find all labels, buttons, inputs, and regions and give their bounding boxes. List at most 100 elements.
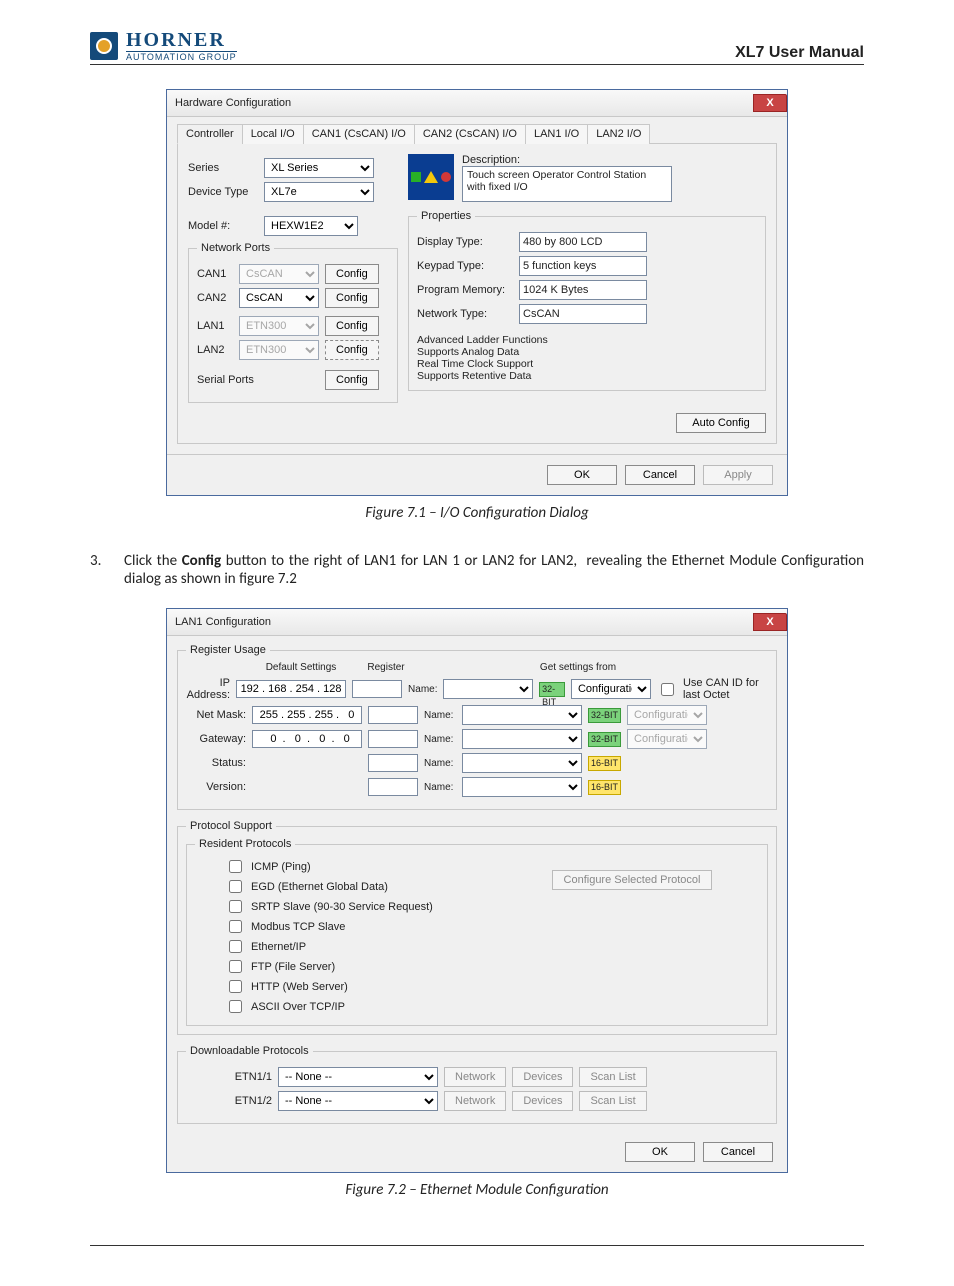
display-type-label: Display Type: bbox=[417, 236, 513, 248]
register-hdr: Register bbox=[356, 662, 416, 673]
protocol-egd[interactable]: EGD (Ethernet Global Data) bbox=[225, 877, 505, 896]
default-settings-hdr: Default Settings bbox=[246, 662, 356, 673]
dialog1-tabs: Controller Local I/O CAN1 (CsCAN) I/O CA… bbox=[167, 117, 787, 143]
protocol-http[interactable]: HTTP (Web Server) bbox=[225, 977, 505, 996]
lan1-config-button[interactable]: Config bbox=[325, 316, 379, 336]
program-memory-value: 1024 K Bytes bbox=[519, 280, 647, 300]
device-type-select[interactable]: XL7e bbox=[264, 182, 374, 202]
can2-label: CAN2 bbox=[197, 292, 233, 304]
features-text: Advanced Ladder Functions Supports Analo… bbox=[417, 334, 757, 382]
program-memory-label: Program Memory: bbox=[417, 284, 513, 296]
gateway-label: Gateway: bbox=[186, 733, 246, 745]
ip-name-select[interactable] bbox=[443, 679, 533, 699]
model-select[interactable]: HEXW1E2 bbox=[264, 216, 358, 236]
cancel-button[interactable]: Cancel bbox=[625, 465, 695, 485]
register-usage-legend: Register Usage bbox=[186, 644, 270, 656]
gateway-register-field[interactable] bbox=[368, 730, 418, 748]
tab-can2-io[interactable]: CAN2 (CsCAN) I/O bbox=[414, 124, 526, 144]
status-label: Status: bbox=[186, 757, 246, 769]
tab-lan2-io[interactable]: LAN2 I/O bbox=[587, 124, 650, 144]
status-name-select[interactable] bbox=[462, 753, 582, 773]
protocol-modbus[interactable]: Modbus TCP Slave bbox=[225, 917, 505, 936]
protocol-ascii[interactable]: ASCII Over TCP/IP bbox=[225, 997, 505, 1016]
close-icon[interactable]: X bbox=[753, 613, 787, 631]
serial-ports-label: Serial Ports bbox=[197, 374, 319, 386]
can1-config-button[interactable]: Config bbox=[325, 264, 379, 284]
tab-lan1-io[interactable]: LAN1 I/O bbox=[525, 124, 588, 144]
series-select[interactable]: XL Series bbox=[264, 158, 374, 178]
display-type-value: 480 by 800 LCD bbox=[519, 232, 647, 252]
serial-ports-config-button[interactable]: Config bbox=[325, 370, 379, 390]
ip-register-field[interactable] bbox=[352, 680, 402, 698]
gateway-field[interactable] bbox=[252, 730, 362, 748]
tag-32bit: 32-BIT bbox=[539, 682, 565, 697]
name-label: Name: bbox=[408, 684, 437, 695]
can2-select[interactable]: CsCAN bbox=[239, 288, 319, 308]
etn11-network-button: Network bbox=[444, 1067, 506, 1087]
lan1-select: ETN300 bbox=[239, 316, 319, 336]
version-register-field[interactable] bbox=[368, 778, 418, 796]
tab-can1-io[interactable]: CAN1 (CsCAN) I/O bbox=[303, 124, 415, 144]
use-can-id-checkbox[interactable]: Use CAN ID for last Octet bbox=[657, 677, 768, 701]
etn12-scanlist-button: Scan List bbox=[579, 1091, 646, 1111]
properties-group: Properties Display Type: 480 by 800 LCD K… bbox=[408, 210, 766, 391]
auto-config-button[interactable]: Auto Config bbox=[676, 413, 766, 433]
configure-selected-protocol-button: Configure Selected Protocol bbox=[552, 870, 712, 890]
properties-legend: Properties bbox=[417, 210, 475, 222]
hardware-config-dialog: Hardware Configuration X Controller Loca… bbox=[166, 89, 788, 496]
device-type-label: Device Type bbox=[188, 186, 258, 198]
manual-title: XL7 User Manual bbox=[735, 44, 864, 62]
protocol-ethernetip[interactable]: Ethernet/IP bbox=[225, 937, 505, 956]
netmask-label: Net Mask: bbox=[186, 709, 246, 721]
version-name-select[interactable] bbox=[462, 777, 582, 797]
protocol-icmp[interactable]: ICMP (Ping) bbox=[225, 857, 505, 876]
netmask-register-field[interactable] bbox=[368, 706, 418, 724]
downloadable-protocols-legend: Downloadable Protocols bbox=[186, 1045, 313, 1057]
lan2-select: ETN300 bbox=[239, 340, 319, 360]
device-icon bbox=[408, 154, 454, 200]
ok-button[interactable]: OK bbox=[547, 465, 617, 485]
close-icon[interactable]: X bbox=[753, 94, 787, 112]
etn11-label: ETN1/1 bbox=[226, 1071, 272, 1083]
tag-16bit: 16-BIT bbox=[588, 780, 621, 795]
brand-subtitle: AUTOMATION GROUP bbox=[126, 51, 237, 62]
etn12-devices-button: Devices bbox=[512, 1091, 573, 1111]
ip-source-select[interactable]: Configuration bbox=[571, 679, 651, 699]
apply-button: Apply bbox=[703, 465, 773, 485]
footer-line bbox=[90, 1245, 864, 1246]
keypad-type-label: Keypad Type: bbox=[417, 260, 513, 272]
netmask-field[interactable] bbox=[252, 706, 362, 724]
tab-local-io[interactable]: Local I/O bbox=[242, 124, 304, 144]
ip-address-field[interactable] bbox=[236, 680, 346, 698]
gateway-name-select[interactable] bbox=[462, 729, 582, 749]
tag-32bit: 32-BIT bbox=[588, 732, 621, 747]
cancel-button[interactable]: Cancel bbox=[703, 1142, 773, 1162]
ok-button[interactable]: OK bbox=[625, 1142, 695, 1162]
lan2-config-button[interactable]: Config bbox=[325, 340, 379, 360]
description-label: Description: bbox=[462, 154, 672, 166]
tab-controller[interactable]: Controller bbox=[177, 124, 243, 144]
step-3-text: 3. Click the Config button to the right … bbox=[90, 552, 864, 588]
etn11-select[interactable]: -- None -- bbox=[278, 1067, 438, 1087]
netmask-name-select[interactable] bbox=[462, 705, 582, 725]
can2-config-button[interactable]: Config bbox=[325, 288, 379, 308]
etn12-select[interactable]: -- None -- bbox=[278, 1091, 438, 1111]
register-usage-group: Register Usage Default Settings Register… bbox=[177, 644, 777, 810]
network-type-label: Network Type: bbox=[417, 308, 513, 320]
protocol-support-legend: Protocol Support bbox=[186, 820, 276, 832]
protocol-ftp[interactable]: FTP (File Server) bbox=[225, 957, 505, 976]
tag-16bit: 16-BIT bbox=[588, 756, 621, 771]
protocol-srtp[interactable]: SRTP Slave (90-30 Service Request) bbox=[225, 897, 505, 916]
ip-address-label: IP Address: bbox=[186, 677, 230, 701]
etn11-scanlist-button: Scan List bbox=[579, 1067, 646, 1087]
get-settings-hdr: Get settings from bbox=[518, 662, 638, 673]
status-register-field[interactable] bbox=[368, 754, 418, 772]
name-label: Name: bbox=[424, 710, 456, 721]
etn11-devices-button: Devices bbox=[512, 1067, 573, 1087]
gateway-source-select: Configuration bbox=[627, 729, 707, 749]
page-header: HORNER AUTOMATION GROUP XL7 User Manual bbox=[90, 30, 864, 65]
name-label: Name: bbox=[424, 734, 456, 745]
protocol-support-group: Protocol Support Resident Protocols ICMP… bbox=[177, 820, 777, 1035]
tag-32bit: 32-BIT bbox=[588, 708, 621, 723]
keypad-type-value: 5 function keys bbox=[519, 256, 647, 276]
